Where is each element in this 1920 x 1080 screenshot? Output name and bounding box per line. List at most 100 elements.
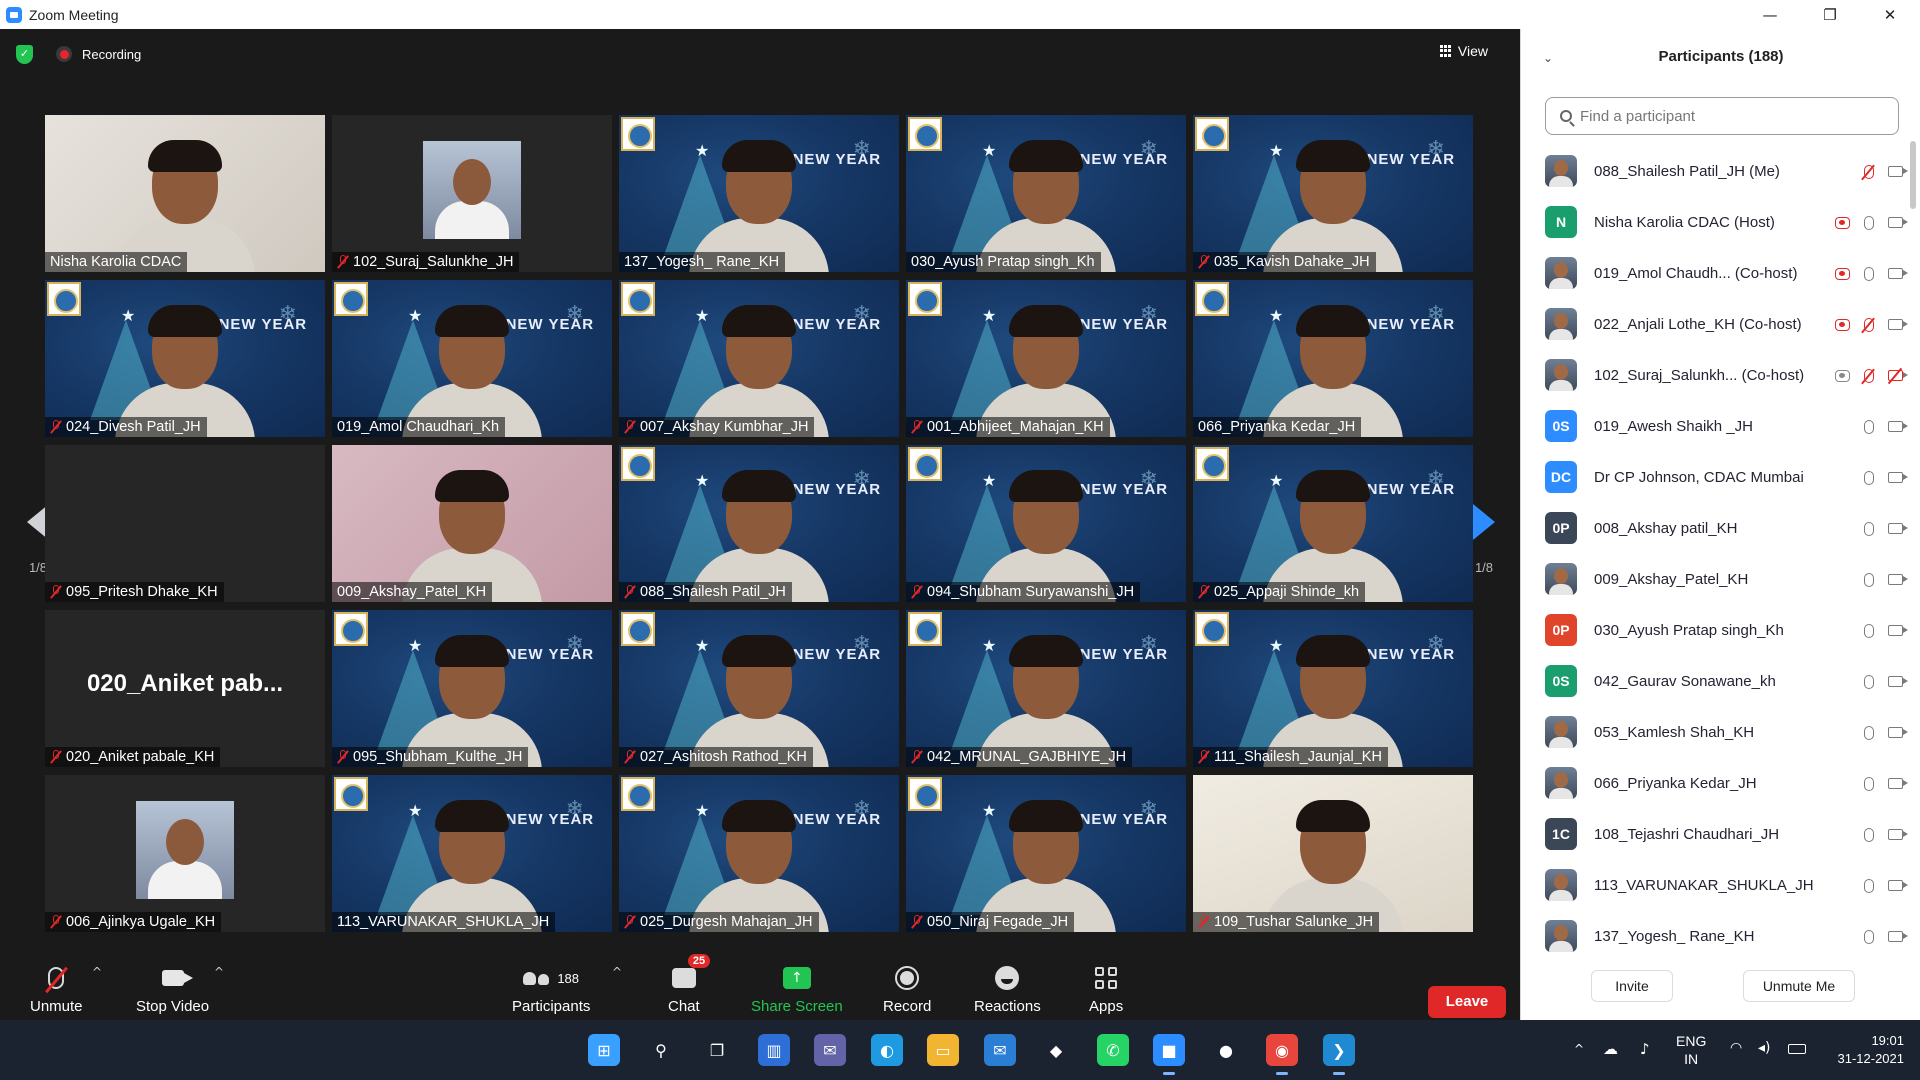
file-explorer-icon[interactable]: ▭ xyxy=(927,1034,959,1066)
video-tile[interactable]: ★ ❄ HAPPY NEW YEAR 030_Ayush Pratap singh_K… xyxy=(906,115,1186,272)
participant-row[interactable]: N Nisha Karolia CDAC (Host) xyxy=(1521,197,1909,248)
share-screen-button[interactable]: ↑ Share Screen xyxy=(751,958,843,1015)
participant-status-icons xyxy=(1864,878,1909,893)
video-tile[interactable]: ★ ❄ HAPPY NEW YEAR 111_Shailesh_Jaunjal_KH xyxy=(1193,610,1473,767)
video-tile[interactable]: ★ ❄ HAPPY NEW YEAR 137_Yogesh_ Rane_KH xyxy=(619,115,899,272)
widgets-icon[interactable]: ▥ xyxy=(758,1034,790,1066)
participant-row[interactable]: 0P 008_Akshay patil_KH xyxy=(1521,503,1909,554)
participant-row[interactable]: 0S 042_Gaurav Sonawane_kh xyxy=(1521,656,1909,707)
video-tile[interactable]: 102_Suraj_Salunkhe_JH xyxy=(332,115,612,272)
video-tile[interactable]: 009_Akshay_Patel_KH xyxy=(332,445,612,602)
participant-name: 007_Akshay Kumbhar_JH xyxy=(640,419,809,435)
tray-microphone-icon[interactable]: ♪ xyxy=(1640,1040,1650,1058)
video-camera-icon xyxy=(1888,166,1908,177)
participant-avatar-initials: 1C xyxy=(1545,818,1577,850)
unmute-button[interactable]: Unmute xyxy=(30,958,83,1015)
video-tile[interactable]: ★ ❄ HAPPY NEW YEAR 007_Akshay Kumbhar_JH xyxy=(619,280,899,437)
search-icon[interactable]: ⚲ xyxy=(645,1034,677,1066)
apps-button[interactable]: Apps xyxy=(1089,958,1123,1015)
close-button[interactable]: ✕ xyxy=(1860,0,1920,29)
video-tile[interactable]: ★ ❄ HAPPY NEW YEAR 024_Divesh Patil_JH xyxy=(45,280,325,437)
video-tile[interactable]: ★ ❄ HAPPY NEW YEAR 094_Shubham Suryawanshi_… xyxy=(906,445,1186,602)
dropbox-icon[interactable]: ◆ xyxy=(1040,1034,1072,1066)
participants-button[interactable]: 188 Participants xyxy=(512,958,590,1016)
participant-name: 001_Abhijeet_Mahajan_KH xyxy=(927,419,1104,435)
video-tile[interactable]: ★ ❄ HAPPY NEW YEAR 088_Shailesh Patil_JH xyxy=(619,445,899,602)
video-tile[interactable]: ★ ❄ HAPPY NEW YEAR 001_Abhijeet_Mahajan_KH xyxy=(906,280,1186,437)
participant-row[interactable]: 113_VARUNAKAR_SHUKLA_JH xyxy=(1521,860,1909,911)
chrome-icon[interactable]: ◉ xyxy=(1266,1034,1298,1075)
participant-list-scrollbar[interactable] xyxy=(1910,141,1916,209)
recording-indicator[interactable]: Recording xyxy=(56,46,141,62)
encryption-shield-icon[interactable]: ✓ xyxy=(16,45,33,64)
participant-row[interactable]: 019_Amol Chaudh... (Co-host) xyxy=(1521,248,1909,299)
leave-button[interactable]: Leave xyxy=(1428,986,1506,1018)
video-tile[interactable]: ★ ❄ HAPPY NEW YEAR 025_Durgesh Mahajan_JH xyxy=(619,775,899,932)
institute-logo-icon xyxy=(621,282,655,316)
teams-chat-icon[interactable]: ✉ xyxy=(814,1034,846,1066)
video-options-caret[interactable]: ^ xyxy=(214,965,224,979)
participant-avatar-initials: N xyxy=(1545,206,1577,238)
start-icon[interactable]: ⊞ xyxy=(588,1034,620,1066)
video-tile[interactable]: ★ ❄ HAPPY NEW YEAR 042_MRUNAL_GAJBHIYE_JH xyxy=(906,610,1186,767)
video-tile[interactable]: 109_Tushar Salunke_JH xyxy=(1193,775,1473,932)
participant-row[interactable]: 022_Anjali Lothe_KH (Co-host) xyxy=(1521,299,1909,350)
participant-row[interactable]: DC Dr CP Johnson, CDAC Mumbai xyxy=(1521,452,1909,503)
participant-row[interactable]: 102_Suraj_Salunkh... (Co-host) xyxy=(1521,350,1909,401)
minimize-button[interactable]: — xyxy=(1740,0,1800,29)
video-tile[interactable]: ★ ❄ HAPPY NEW YEAR 066_Priyanka Kedar_JH xyxy=(1193,280,1473,437)
language-indicator[interactable]: ENG IN xyxy=(1676,1032,1706,1068)
tray-overflow-chevron-icon[interactable]: ^ xyxy=(1574,1042,1584,1056)
battery-icon[interactable] xyxy=(1788,1044,1806,1054)
video-tile[interactable]: Nisha Karolia CDAC xyxy=(45,115,325,272)
participants-options-caret[interactable]: ^ xyxy=(612,965,622,979)
video-tile[interactable]: 020_Aniket pab... 020_Aniket pabale_KH xyxy=(45,610,325,767)
participant-row[interactable]: 088_Shailesh Patil_JH (Me) xyxy=(1521,146,1909,197)
chat-button[interactable]: 25 Chat xyxy=(668,954,711,1015)
stop-video-button[interactable]: Stop Video xyxy=(136,958,209,1015)
video-tile[interactable]: 006_Ajinkya Ugale_KH xyxy=(45,775,325,932)
video-tile[interactable]: ★ ❄ HAPPY NEW YEAR 019_Amol Chaudhari_Kh xyxy=(332,280,612,437)
microphone-muted-icon xyxy=(1864,368,1874,383)
video-tile[interactable]: ★ ❄ HAPPY NEW YEAR 035_Kavish Dahake_JH xyxy=(1193,115,1473,272)
participant-row[interactable]: 053_Kamlesh Shah_KH xyxy=(1521,707,1909,758)
participant-row[interactable]: 1C 108_Tejashri Chaudhari_JH xyxy=(1521,809,1909,860)
zoom-icon[interactable]: ■ xyxy=(1153,1034,1185,1075)
participant-search-box[interactable] xyxy=(1545,97,1899,135)
participant-row[interactable]: 0S 019_Awesh Shaikh _JH xyxy=(1521,401,1909,452)
participant-row[interactable]: 066_Priyanka Kedar_JH xyxy=(1521,758,1909,809)
mail-icon[interactable]: ✉ xyxy=(984,1034,1016,1066)
github-icon[interactable]: ● xyxy=(1210,1034,1242,1066)
video-tile[interactable]: ★ ❄ HAPPY NEW YEAR 027_Ashitosh Rathod_KH xyxy=(619,610,899,767)
edge-icon[interactable]: ◐ xyxy=(871,1034,903,1066)
unmute-me-button[interactable]: Unmute Me xyxy=(1743,970,1855,1002)
participant-status-icons xyxy=(1835,317,1909,332)
reactions-button[interactable]: Reactions xyxy=(974,958,1041,1015)
participant-row[interactable]: 0P 030_Ayush Pratap singh_Kh xyxy=(1521,605,1909,656)
microphone-muted-icon xyxy=(1198,750,1210,764)
task-view-icon[interactable]: ❐ xyxy=(701,1034,733,1066)
participant-row[interactable]: 009_Akshay_Patel_KH xyxy=(1521,554,1909,605)
audio-options-caret[interactable]: ^ xyxy=(92,965,102,979)
system-clock[interactable]: 19:01 31-12-2021 xyxy=(1832,1032,1905,1068)
view-button[interactable]: View xyxy=(1439,43,1488,59)
volume-icon[interactable]: ◂) xyxy=(1758,1040,1771,1056)
onedrive-cloud-icon[interactable]: ☁ xyxy=(1603,1040,1618,1058)
video-tile[interactable]: ★ ❄ HAPPY NEW YEAR 025_Appaji Shinde_kh xyxy=(1193,445,1473,602)
wifi-icon[interactable]: ◠ xyxy=(1730,1040,1742,1056)
participant-row[interactable]: 137_Yogesh_ Rane_KH xyxy=(1521,911,1909,962)
video-tile[interactable]: ★ ❄ HAPPY NEW YEAR 050_Niraj Fegade_JH xyxy=(906,775,1186,932)
chat-label: Chat xyxy=(668,998,700,1015)
invite-button[interactable]: Invite xyxy=(1591,970,1673,1002)
video-tile[interactable]: 095_Pritesh Dhake_KH xyxy=(45,445,325,602)
vscode-icon[interactable]: ❯ xyxy=(1323,1034,1355,1075)
search-icon xyxy=(1560,110,1572,122)
video-tile[interactable]: ★ ❄ HAPPY NEW YEAR 095_Shubham_Kulthe_JH xyxy=(332,610,612,767)
participant-name: 009_Akshay_Patel_KH xyxy=(337,584,487,600)
record-button[interactable]: Record xyxy=(883,958,931,1015)
restore-button[interactable]: ❐ xyxy=(1800,0,1860,29)
video-tile[interactable]: ★ ❄ HAPPY NEW YEAR 113_VARUNAKAR_SHUKLA_JH xyxy=(332,775,612,932)
participant-name: 111_Shailesh_Jaunjal_KH xyxy=(1214,749,1382,765)
whatsapp-icon[interactable]: ✆ xyxy=(1097,1034,1129,1066)
participant-search-input[interactable] xyxy=(1580,107,1880,125)
